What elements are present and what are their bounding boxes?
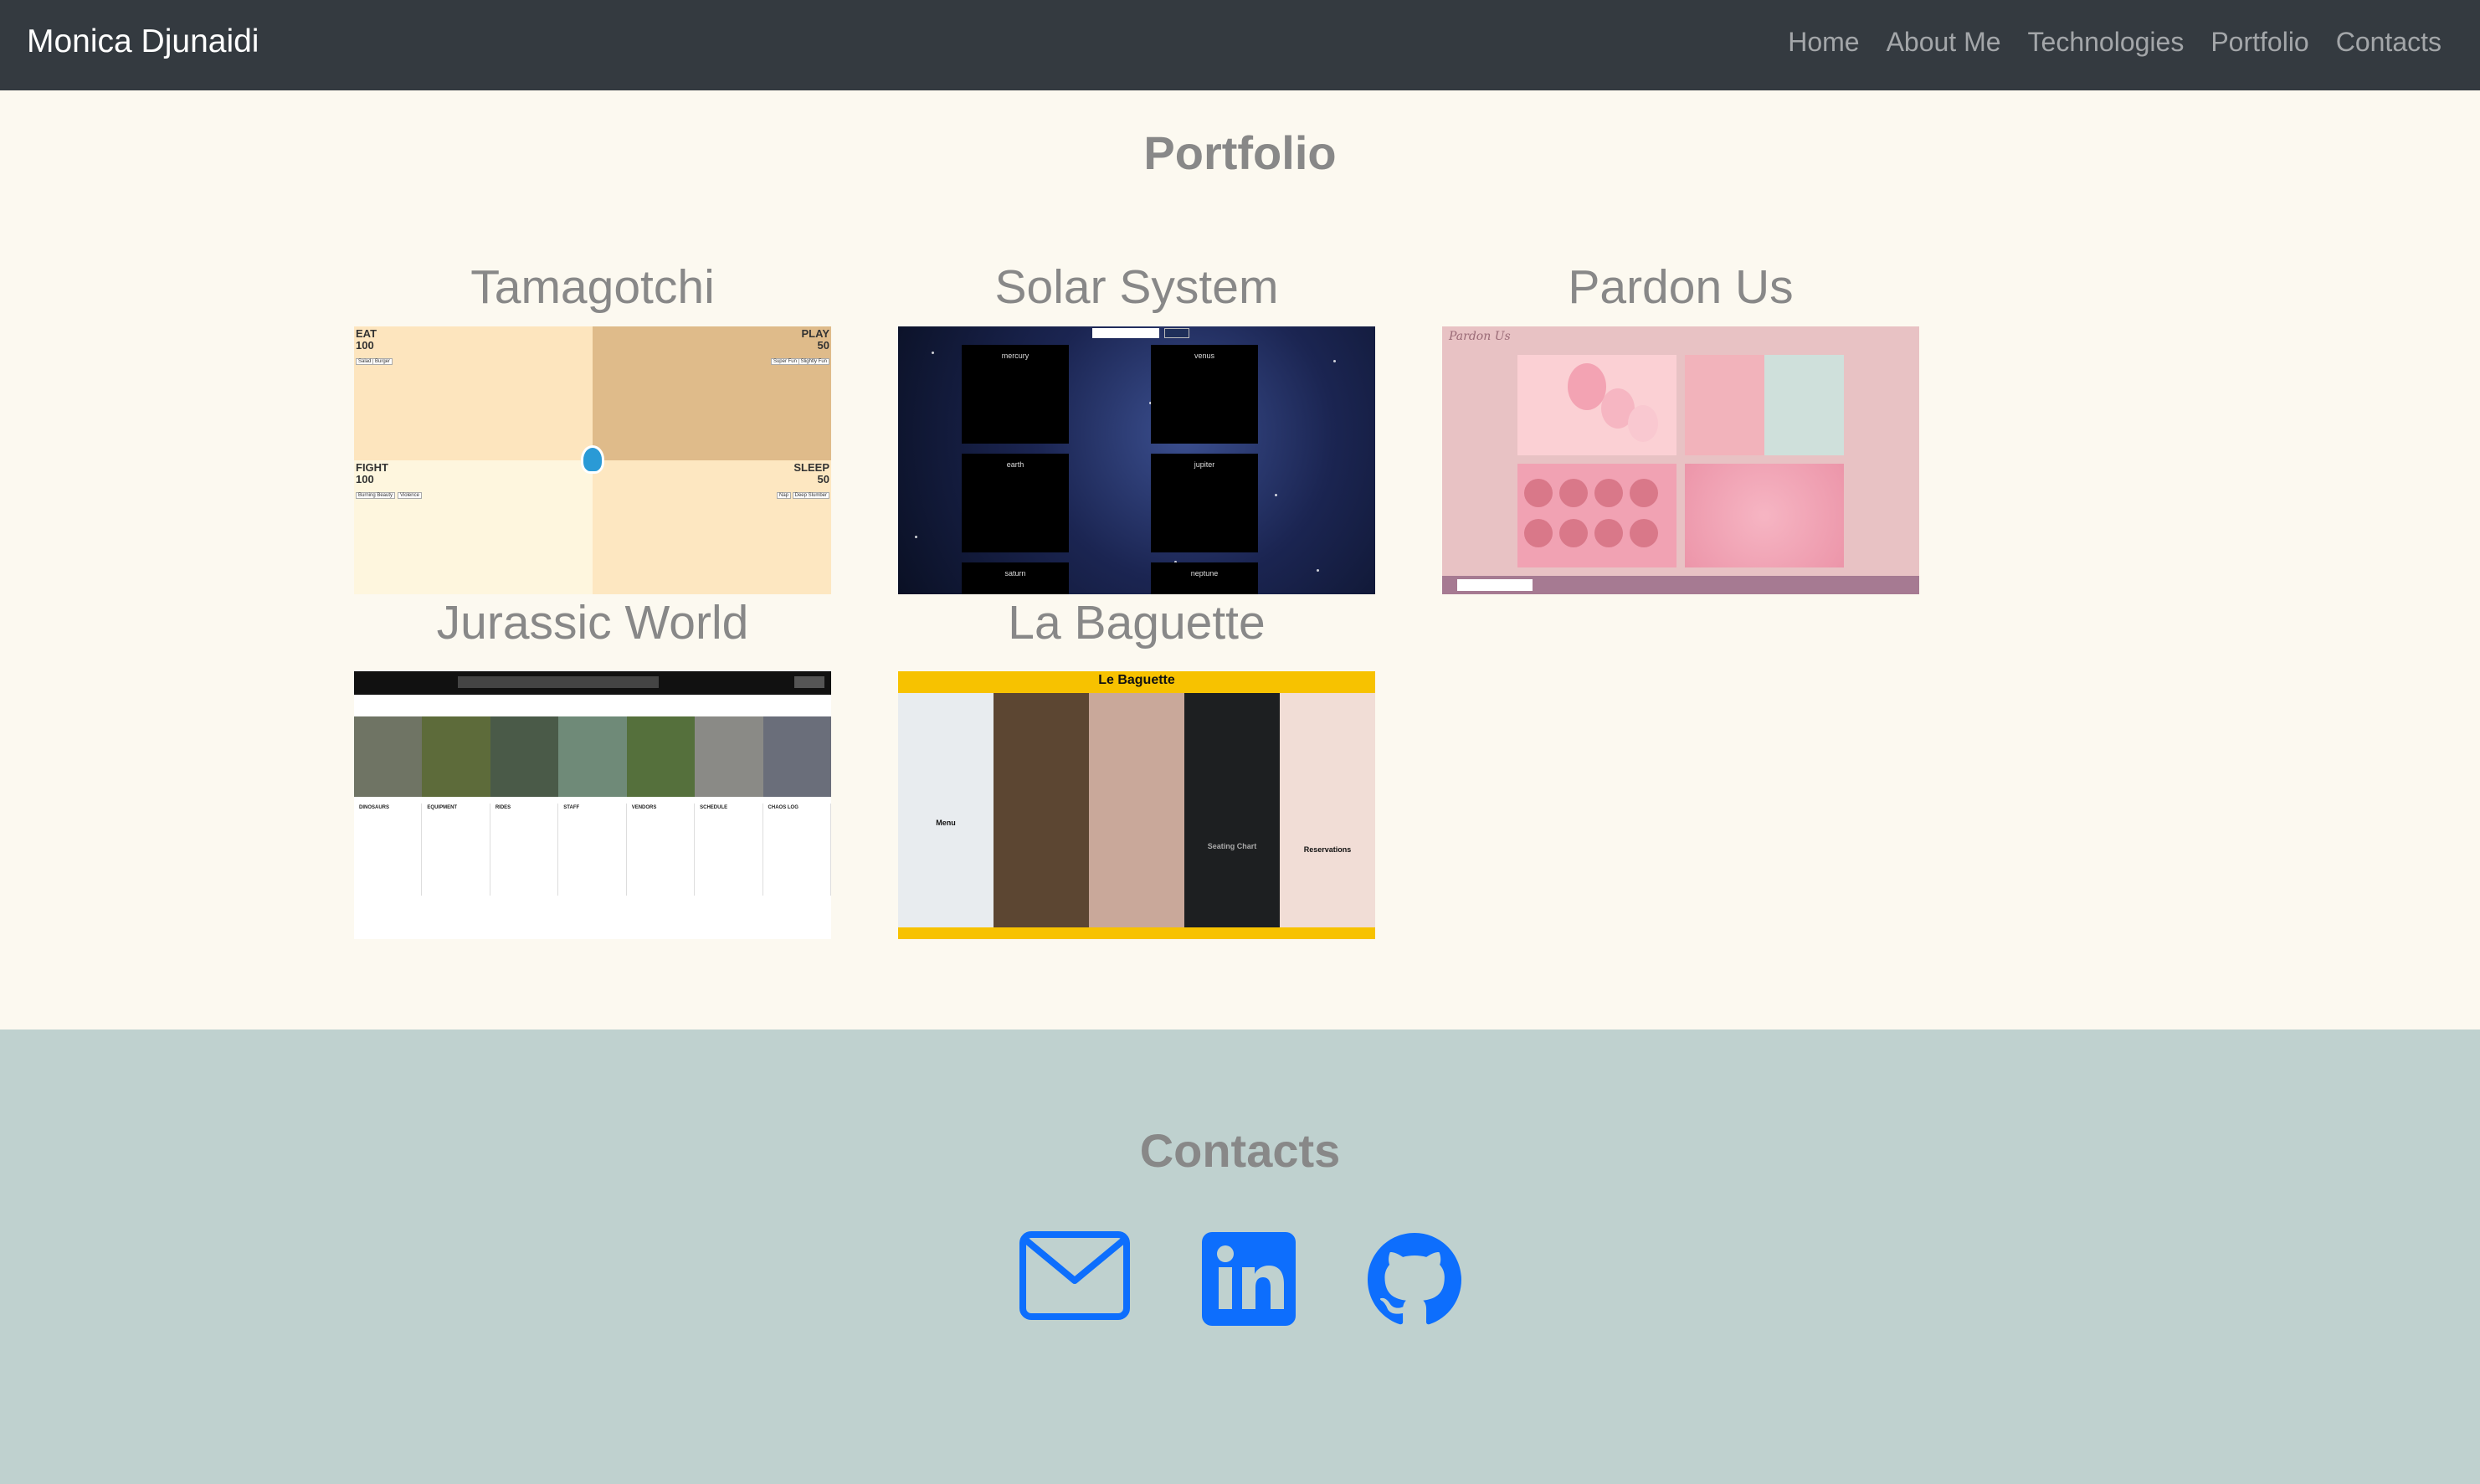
contacts-title: Contacts (1139, 1124, 1341, 1177)
nav-technologies-link[interactable]: Technologies (2028, 27, 2185, 58)
brand-link[interactable]: Monica Djunaidi (27, 23, 259, 60)
contacts-section: Contacts (0, 1030, 2480, 1484)
project-title: Jurassic World (436, 596, 749, 650)
project-card-tamagotchi: Tamagotchi EAT 100 Salad Burger PLAY 50 Su… (354, 260, 831, 594)
email-icon[interactable] (1019, 1230, 1131, 1325)
portfolio-section: Portfolio Tamagotchi EAT 100 Salad Burger… (0, 90, 2480, 1030)
pet-icon (581, 445, 604, 474)
portfolio-title: Portfolio (1143, 126, 1337, 179)
navbar: Monica Djunaidi Home About Me Technologi… (0, 0, 2480, 90)
nav-links: Home About Me Technologies Portfolio Con… (1761, 27, 2441, 58)
project-card-solar-system: Solar System mercury venus earth jupiter… (898, 260, 1375, 594)
project-title: Pardon Us (1568, 260, 1794, 314)
nav-portfolio-link[interactable]: Portfolio (2210, 27, 2308, 58)
nav-contacts-link[interactable]: Contacts (2336, 27, 2441, 58)
project-card-la-baguette: La Baguette Le Baguette Menu Seating Cha… (898, 596, 1375, 939)
jurassic-world-screenshot[interactable]: DINOSAURS EQUIPMENT RIDES STAFF VENDORS … (354, 671, 831, 939)
pardon-us-screenshot[interactable]: Pardon Us (1442, 326, 1919, 594)
project-card-pardon-us: Pardon Us Pardon Us (1442, 260, 1919, 594)
linkedin-icon[interactable] (1202, 1232, 1296, 1330)
la-baguette-screenshot[interactable]: Le Baguette Menu Seating Chart Reservati… (898, 671, 1375, 939)
project-title: Solar System (994, 260, 1279, 314)
github-icon[interactable] (1368, 1233, 1461, 1331)
nav-about-link[interactable]: About Me (1887, 27, 2001, 58)
tamagotchi-screenshot[interactable]: EAT 100 Salad Burger PLAY 50 Super Fun Sli… (354, 326, 831, 594)
nav-home-link[interactable]: Home (1788, 27, 1859, 58)
solar-system-screenshot[interactable]: mercury venus earth jupiter saturn neptu… (898, 326, 1375, 594)
project-title: La Baguette (1008, 596, 1266, 650)
project-title: Tamagotchi (470, 260, 715, 314)
project-card-jurassic-world: Jurassic World DINOSAURS EQUIPMENT RIDES… (354, 596, 831, 939)
